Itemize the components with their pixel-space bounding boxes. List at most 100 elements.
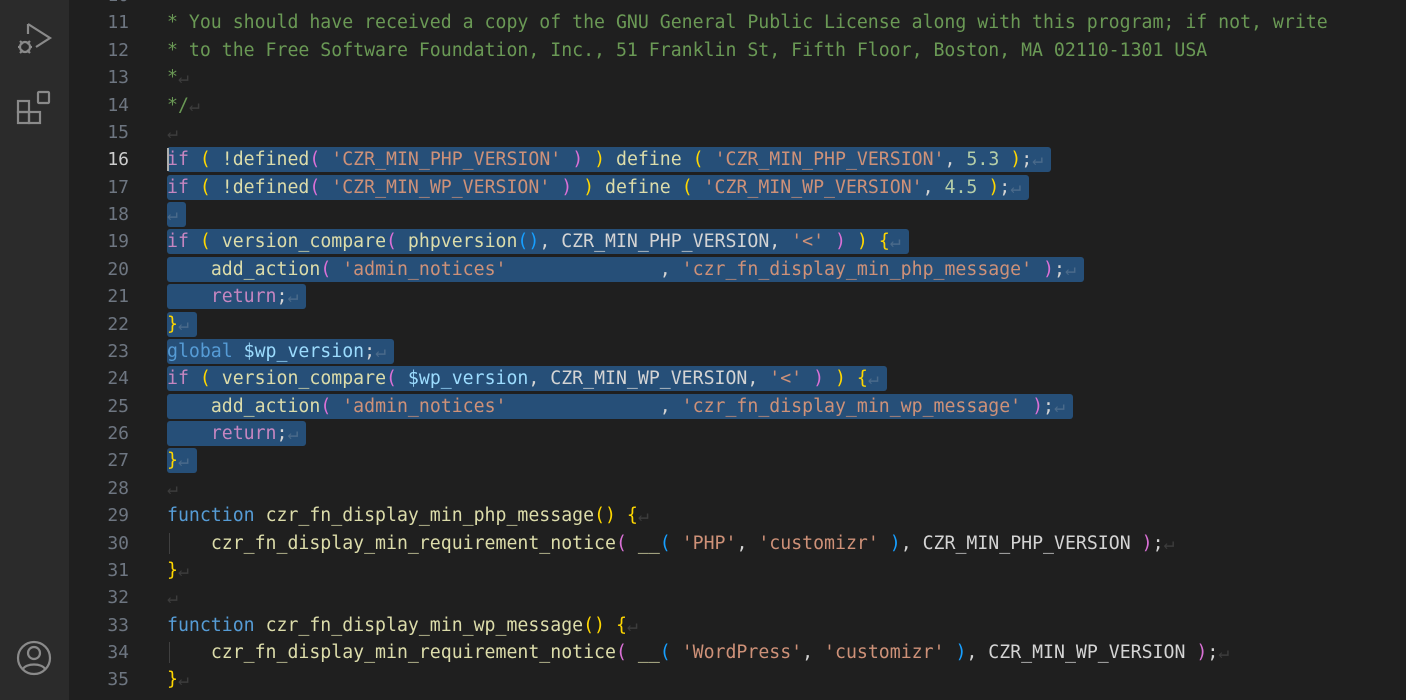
token-cmt: * to the Free Software Foundation, Inc.,… <box>167 39 1208 61</box>
code-text: global $wp_version;↵ <box>167 338 395 365</box>
token-fn: add_action <box>210 395 321 417</box>
token-plain: ; <box>276 423 288 444</box>
token-p2: ) <box>835 231 846 253</box>
code-text: add_action( 'admin_notices' , 'czr_fn_di… <box>167 393 1073 420</box>
line-number: 29 <box>107 505 129 527</box>
end-of-line-marker: ↵ <box>1032 149 1044 171</box>
token-p3: ( <box>659 532 671 554</box>
code-text: * to the Free Software Foundation, Inc.,… <box>167 37 1207 64</box>
token-p1: { <box>856 368 868 390</box>
activity-bar <box>0 0 69 700</box>
token-p1: } <box>167 669 178 691</box>
end-of-line-marker: ↵ <box>177 313 189 335</box>
end-of-line-marker: ↵ <box>177 67 189 89</box>
code-text: if ( version_compare( $wp_version, CZR_M… <box>167 365 887 392</box>
token-fn: czr_fn_display_min_wp_message <box>265 614 584 636</box>
token-str: 'CZR_MIN_WP_VERSION' <box>703 176 923 198</box>
line-number: 14 <box>107 94 129 116</box>
token-p3: () <box>517 231 540 253</box>
token-cmt: */ <box>167 94 189 116</box>
code-text: */↵ <box>167 92 200 119</box>
selection-highlight: }↵ <box>167 448 197 474</box>
line-number: 28 <box>107 477 129 499</box>
token-p1: } <box>167 559 178 581</box>
token-plain: , <box>506 395 682 417</box>
token-p1: { <box>878 231 890 253</box>
line-number: 30 <box>107 532 129 554</box>
token-plain: ; <box>999 176 1011 198</box>
token-p2: ) <box>561 176 573 198</box>
end-of-line-marker: ↵ <box>626 614 638 636</box>
token-str: 'CZR_MIN_PHP_VERSION' <box>331 149 562 171</box>
token-p2: ( <box>615 642 627 663</box>
end-of-line-marker: ↵ <box>637 505 649 527</box>
token-p1: () <box>583 614 606 636</box>
end-of-line-marker: ↵ <box>167 477 178 499</box>
selection-highlight: }↵ <box>167 311 197 337</box>
code-text: * You should have received a copy of the… <box>167 9 1328 36</box>
end-of-line-marker: ↵ <box>375 340 387 362</box>
token-plain: , <box>922 176 945 198</box>
token-plain: , <box>506 258 682 280</box>
token-plain: , CZR_MIN_WP_VERSION <box>966 642 1197 663</box>
token-p2: ) <box>1141 532 1153 554</box>
token-cmt: * You should have received a copy of the… <box>167 12 1328 34</box>
token-plain: , CZR_MIN_PHP_VERSION <box>900 532 1142 554</box>
code-text: if ( version_compare( phpversion(), CZR_… <box>167 228 909 255</box>
code-text: *↵ <box>167 64 189 91</box>
token-fn: __ <box>637 532 660 554</box>
code-editor[interactable]: 10 11 * You should have received a copy of… <box>69 0 1406 700</box>
account-icon[interactable] <box>14 638 54 678</box>
token-p1: ( <box>199 231 211 253</box>
line-number: 34 <box>107 642 129 663</box>
token-plain: , CZR_MIN_PHP_VERSION, <box>539 231 792 253</box>
token-fn: czr_fn_display_min_requirement_notice <box>210 642 616 663</box>
token-p1: ) <box>988 176 1000 198</box>
end-of-line-marker: ↵ <box>167 121 178 143</box>
token-p2: ) <box>813 368 825 390</box>
run-debug-icon[interactable] <box>14 18 54 58</box>
selection-highlight: add_action( 'admin_notices' , 'czr_fn_di… <box>167 256 1084 282</box>
code-text: ↵ <box>167 201 186 228</box>
token-plain: ; <box>1043 395 1054 417</box>
selection-highlight: return;↵ <box>167 284 307 310</box>
token-fn: phpversion <box>407 231 518 253</box>
end-of-line-marker: ↵ <box>177 559 189 581</box>
code-text: czr_fn_display_min_requirement_notice( _… <box>167 530 1175 557</box>
token-p1: ( <box>692 149 704 171</box>
token-p1: ( <box>199 176 211 198</box>
token-p1: } <box>167 450 178 472</box>
token-str: 'customizr' <box>824 642 945 663</box>
token-kw: return <box>210 423 277 444</box>
token-p1: () <box>594 505 616 527</box>
line-number: 10 <box>69 0 129 9</box>
token-p2: ) <box>572 149 584 171</box>
token-str: 'PHP' <box>681 532 737 554</box>
token-var: $wp_version <box>407 368 529 390</box>
extensions-icon[interactable] <box>14 88 54 128</box>
line-number: 32 <box>107 587 129 609</box>
token-fn: version_compare <box>221 368 387 390</box>
token-fn: version_compare <box>221 231 387 253</box>
line-number: 17 <box>107 176 129 198</box>
